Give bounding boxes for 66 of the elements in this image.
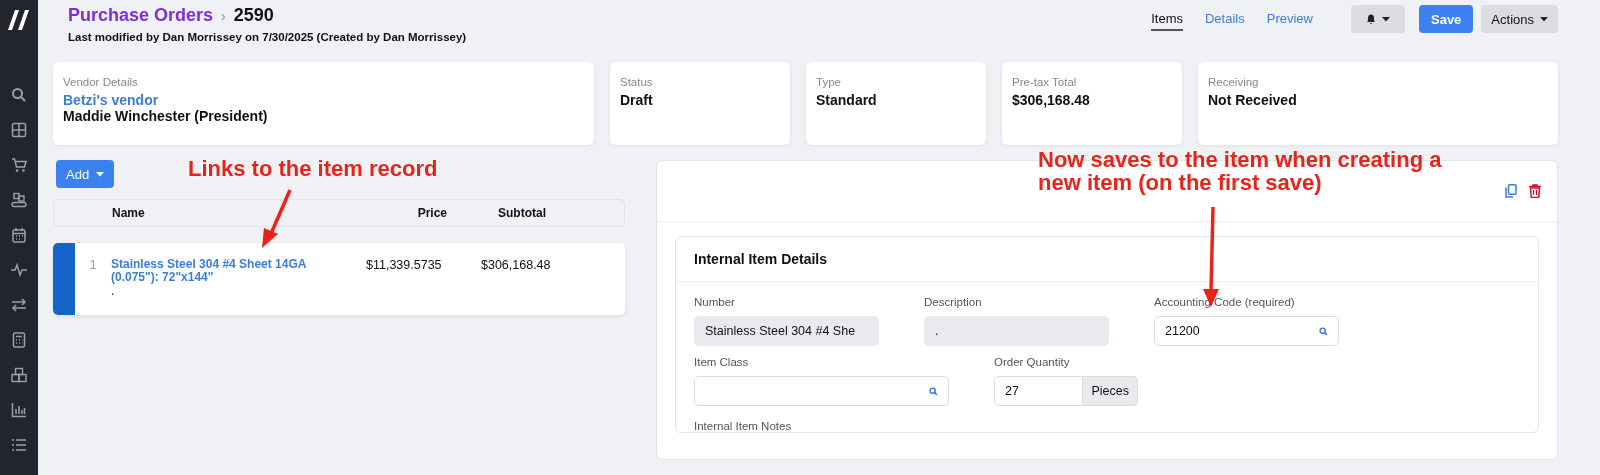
caret-icon: [1540, 16, 1548, 22]
unit-label: Pieces: [1083, 376, 1138, 406]
field-label: Item Class: [694, 356, 750, 368]
breadcrumb-link[interactable]: Purchase Orders: [68, 5, 214, 26]
card-label: Vendor Details: [63, 76, 139, 88]
conveyor-icon[interactable]: [11, 192, 27, 208]
annotation-text: Links to the item record: [188, 157, 438, 180]
bar-chart-icon[interactable]: [11, 402, 27, 418]
card-value: Draft: [620, 92, 654, 108]
list-icon[interactable]: [11, 437, 27, 453]
column-header: Subtotal: [497, 206, 547, 220]
section-title: Internal Item Details: [676, 237, 1538, 282]
calculator-icon[interactable]: [11, 332, 27, 348]
vendor-link[interactable]: Betzi's vendor: [63, 92, 584, 108]
input-field[interactable]: Stainless Steel 304 #4 She: [694, 316, 879, 346]
calendar-icon[interactable]: [11, 227, 27, 243]
item-link[interactable]: Stainless Steel 304 #4 Sheet 14GA (0.075"): 72"x144": [111, 258, 321, 284]
tab[interactable]: Preview: [1266, 7, 1313, 31]
tab[interactable]: Items: [1151, 7, 1183, 31]
card-label: Status: [620, 76, 654, 88]
actions-button[interactable]: Actions: [1481, 5, 1558, 33]
copy-icon[interactable]: [1505, 184, 1517, 198]
search-icon[interactable]: [1319, 326, 1328, 336]
field-label: Number: [694, 296, 736, 308]
search-field[interactable]: 21200: [1154, 316, 1339, 346]
field-label: Accounting Code (required): [1154, 296, 1296, 308]
item-description: .: [111, 284, 116, 298]
search-icon[interactable]: [929, 386, 938, 396]
card-value: $306,168.48: [1012, 92, 1091, 108]
card-label: Pre-tax Total: [1012, 76, 1078, 88]
table-row[interactable]: 1 Stainless Steel 304 #4 Sheet 14GA (0.075"): 72"x144" . $11,339.5735 $306,168.48: [53, 243, 625, 315]
add-button[interactable]: Add: [56, 160, 115, 188]
breadcrumb-separator: ›: [221, 8, 226, 24]
save-button[interactable]: Save: [1419, 5, 1474, 33]
table-cell-text: $306,168.48: [481, 257, 552, 272]
card-label: Receiving: [1208, 76, 1260, 88]
grid-icon[interactable]: [11, 122, 27, 138]
tab[interactable]: Details: [1205, 7, 1245, 31]
pulse-icon[interactable]: [11, 262, 27, 278]
vendor-contact: Maddie Winchester (President): [63, 108, 269, 124]
transfer-arrows-icon[interactable]: [11, 297, 27, 313]
caret-icon: [96, 171, 105, 177]
row-number: 1: [88, 257, 98, 272]
card-value: Standard: [816, 92, 878, 108]
trash-icon[interactable]: [1529, 184, 1541, 198]
cart-icon[interactable]: [11, 157, 27, 173]
caret-icon: [1382, 16, 1390, 22]
field-label: Order Quantity: [994, 356, 1071, 368]
last-modified-text: Last modified by Dan Morrissey on 7/30/2025 (Created by Dan Morrissey): [68, 31, 467, 43]
card-value: Not Received: [1208, 92, 1298, 108]
field-label: Internal Item Notes: [693, 419, 793, 432]
column-header: Price: [416, 206, 447, 220]
card-label: Type: [816, 76, 842, 88]
input-field[interactable]: 27: [994, 376, 1084, 406]
field-label: Description: [924, 296, 983, 308]
logo-icon: [8, 10, 30, 30]
boxes-icon[interactable]: [11, 367, 27, 383]
notifications-button[interactable]: [1351, 5, 1405, 33]
search-field[interactable]: [694, 376, 949, 406]
record-number: 2590: [233, 5, 274, 26]
column-header: Name: [112, 206, 146, 220]
search-icon[interactable]: [11, 87, 27, 103]
input-field[interactable]: .: [924, 316, 1109, 346]
annotation-text: Now saves to the item when creating a new item (on the first save): [1038, 148, 1443, 194]
table-cell-text: $11,339.5735: [365, 257, 443, 272]
bell-icon: [1366, 13, 1376, 25]
